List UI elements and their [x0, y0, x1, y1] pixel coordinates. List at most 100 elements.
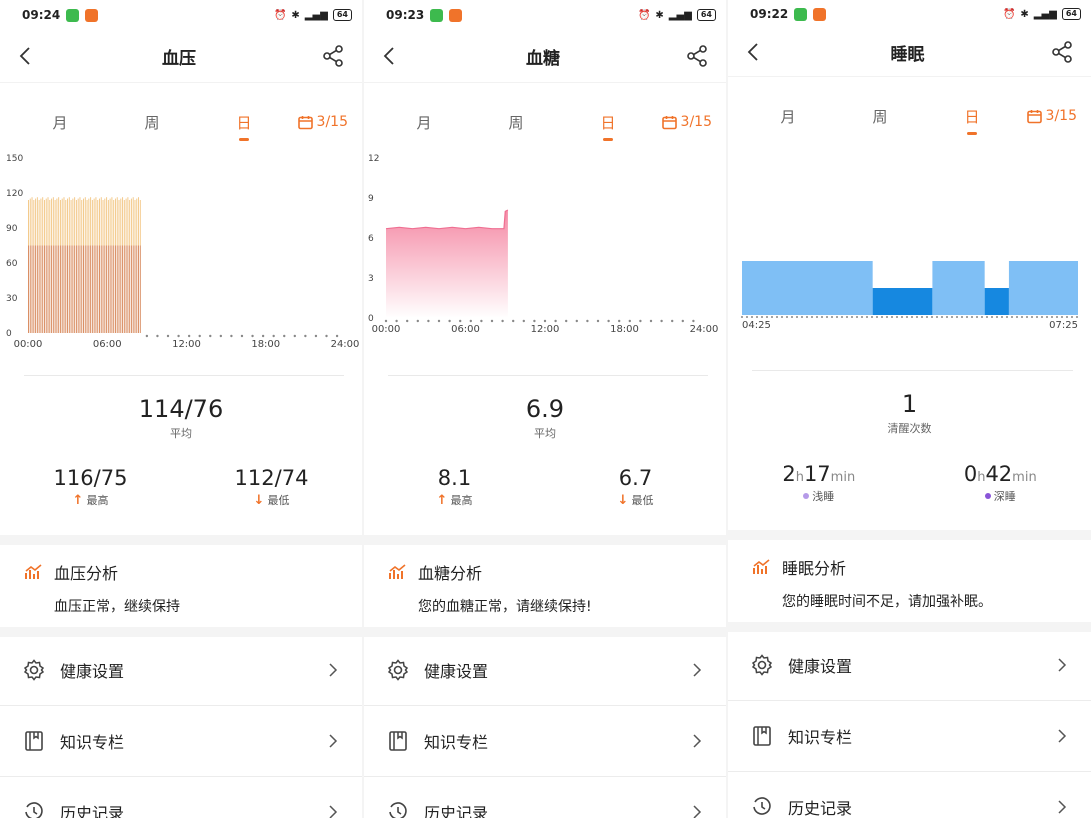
- tab-month[interactable]: 月: [378, 112, 470, 133]
- tab-month[interactable]: 月: [14, 112, 106, 133]
- systolic-bar: [118, 200, 120, 246]
- menu-item-health-settings[interactable]: 健康设置: [0, 635, 362, 706]
- axis-dot: [766, 316, 768, 318]
- systolic-bar: [58, 197, 60, 246]
- max-stat: 8.1 ↑ 最高: [380, 466, 530, 508]
- diastolic-bar: [70, 245, 72, 333]
- tab-week[interactable]: 周: [470, 112, 562, 133]
- app-notification-icon: [449, 8, 463, 22]
- chevron-right-icon: [329, 805, 338, 818]
- min-stat: 6.7 ↓ 最低: [561, 466, 711, 508]
- tab-day[interactable]: 日: [562, 112, 654, 141]
- empty-slot-dot: [671, 319, 674, 323]
- axis-dot: [996, 316, 998, 318]
- menu-item-knowledge[interactable]: 知识专栏: [364, 706, 726, 777]
- axis-dot: [991, 316, 993, 318]
- tab-day[interactable]: 日: [198, 112, 290, 141]
- menu-item-history[interactable]: 历史记录: [0, 777, 362, 818]
- systolic-bar: [67, 198, 69, 246]
- tab-week[interactable]: 周: [106, 112, 198, 133]
- empty-slot-dot: [596, 319, 600, 323]
- menu-label: 历史记录: [424, 804, 489, 818]
- systolic-bar: [28, 200, 29, 246]
- max-label: 最高: [450, 494, 473, 507]
- systolic-bar: [98, 198, 100, 246]
- sleep-segment: [984, 288, 1009, 315]
- share-button[interactable]: [1051, 41, 1073, 63]
- status-time: 09:23: [386, 8, 425, 22]
- nav-header: 血压: [0, 30, 362, 83]
- diastolic-bar: [42, 245, 44, 333]
- diastolic-bar: [86, 245, 88, 333]
- y-tick-label: 0: [6, 329, 12, 339]
- battery-icon: 64: [332, 9, 352, 21]
- axis-dot: [776, 316, 778, 318]
- diastolic-bar: [54, 245, 56, 333]
- min-value: 6.7: [618, 466, 653, 490]
- app-notification-icon: [85, 8, 99, 22]
- menu-item-knowledge[interactable]: 知识专栏: [0, 706, 362, 777]
- x-tick-label: 00:00: [14, 339, 43, 350]
- min-stat: 112/74 ↓ 最低: [197, 466, 347, 508]
- min-max-row: 8.1 ↑ 最高 6.7 ↓ 最低: [364, 466, 726, 508]
- tab-day[interactable]: 日: [926, 106, 1018, 135]
- diastolic-bar: [93, 245, 95, 333]
- axis-dot: [871, 316, 873, 318]
- axis-dot: [821, 316, 823, 318]
- chevron-right-icon: [329, 734, 338, 748]
- max-value: 116/75: [53, 466, 128, 490]
- menu-item-health-settings[interactable]: 健康设置: [364, 635, 726, 706]
- menu-item-knowledge[interactable]: 知识专栏: [728, 701, 1091, 772]
- share-button[interactable]: [322, 45, 344, 67]
- diastolic-bar: [104, 245, 106, 333]
- empty-slot-dot: [437, 319, 441, 323]
- back-button[interactable]: [378, 45, 400, 67]
- back-button[interactable]: [14, 45, 36, 67]
- menu-item-history[interactable]: 历史记录: [728, 772, 1091, 818]
- axis-dot: [1041, 316, 1043, 318]
- systolic-bar: [86, 200, 88, 246]
- diastolic-bar: [35, 245, 37, 333]
- systolic-bar: [100, 197, 102, 246]
- date-picker[interactable]: 3/15: [1026, 108, 1077, 124]
- y-tick-label: 3: [368, 274, 374, 284]
- x-tick-label: 12:00: [531, 324, 560, 335]
- analysis-title: 睡眠分析: [782, 559, 847, 578]
- systolic-bar: [42, 197, 44, 246]
- x-tick-label: 06:00: [93, 339, 122, 350]
- menu-label: 知识专栏: [788, 728, 853, 747]
- y-tick-label: 60: [6, 259, 18, 269]
- date-picker[interactable]: 3/15: [297, 114, 348, 130]
- menu-item-history[interactable]: 历史记录: [364, 777, 726, 818]
- back-button[interactable]: [742, 41, 764, 63]
- min-label: 最低: [267, 494, 290, 507]
- date-picker[interactable]: 3/15: [661, 114, 712, 130]
- systolic-bar: [116, 197, 118, 246]
- diastolic-bar: [102, 245, 104, 333]
- systolic-bar: [79, 197, 81, 246]
- menu-item-health-settings[interactable]: 健康设置: [728, 630, 1091, 701]
- empty-slot-dot: [692, 319, 695, 323]
- chevron-right-icon: [1058, 729, 1067, 743]
- diastolic-bar: [81, 245, 83, 333]
- empty-slot-dot: [198, 334, 201, 338]
- deep-sleep-stat: 0h42min 深睡: [925, 462, 1075, 504]
- systolic-bar: [88, 198, 90, 246]
- diastolic-bar: [40, 245, 42, 333]
- share-button[interactable]: [686, 45, 708, 67]
- axis-dot: [1076, 316, 1078, 318]
- average-summary: 114/76 平均: [0, 395, 362, 441]
- diastolic-bar: [100, 245, 102, 333]
- tab-week[interactable]: 周: [834, 106, 926, 127]
- axis-dot: [761, 316, 763, 318]
- diastolic-bar: [129, 245, 131, 333]
- diastolic-bar: [68, 245, 70, 333]
- systolic-bar: [106, 197, 108, 246]
- tab-month[interactable]: 月: [742, 106, 834, 127]
- axis-dot: [981, 316, 983, 318]
- systolic-bar: [102, 200, 104, 246]
- diastolic-bar: [31, 245, 33, 333]
- empty-slot-dot: [586, 319, 589, 323]
- status-bar: 09:23 ⏰ ✱ ▂▄▆ 64: [364, 0, 726, 30]
- axis-dot: [1066, 316, 1068, 318]
